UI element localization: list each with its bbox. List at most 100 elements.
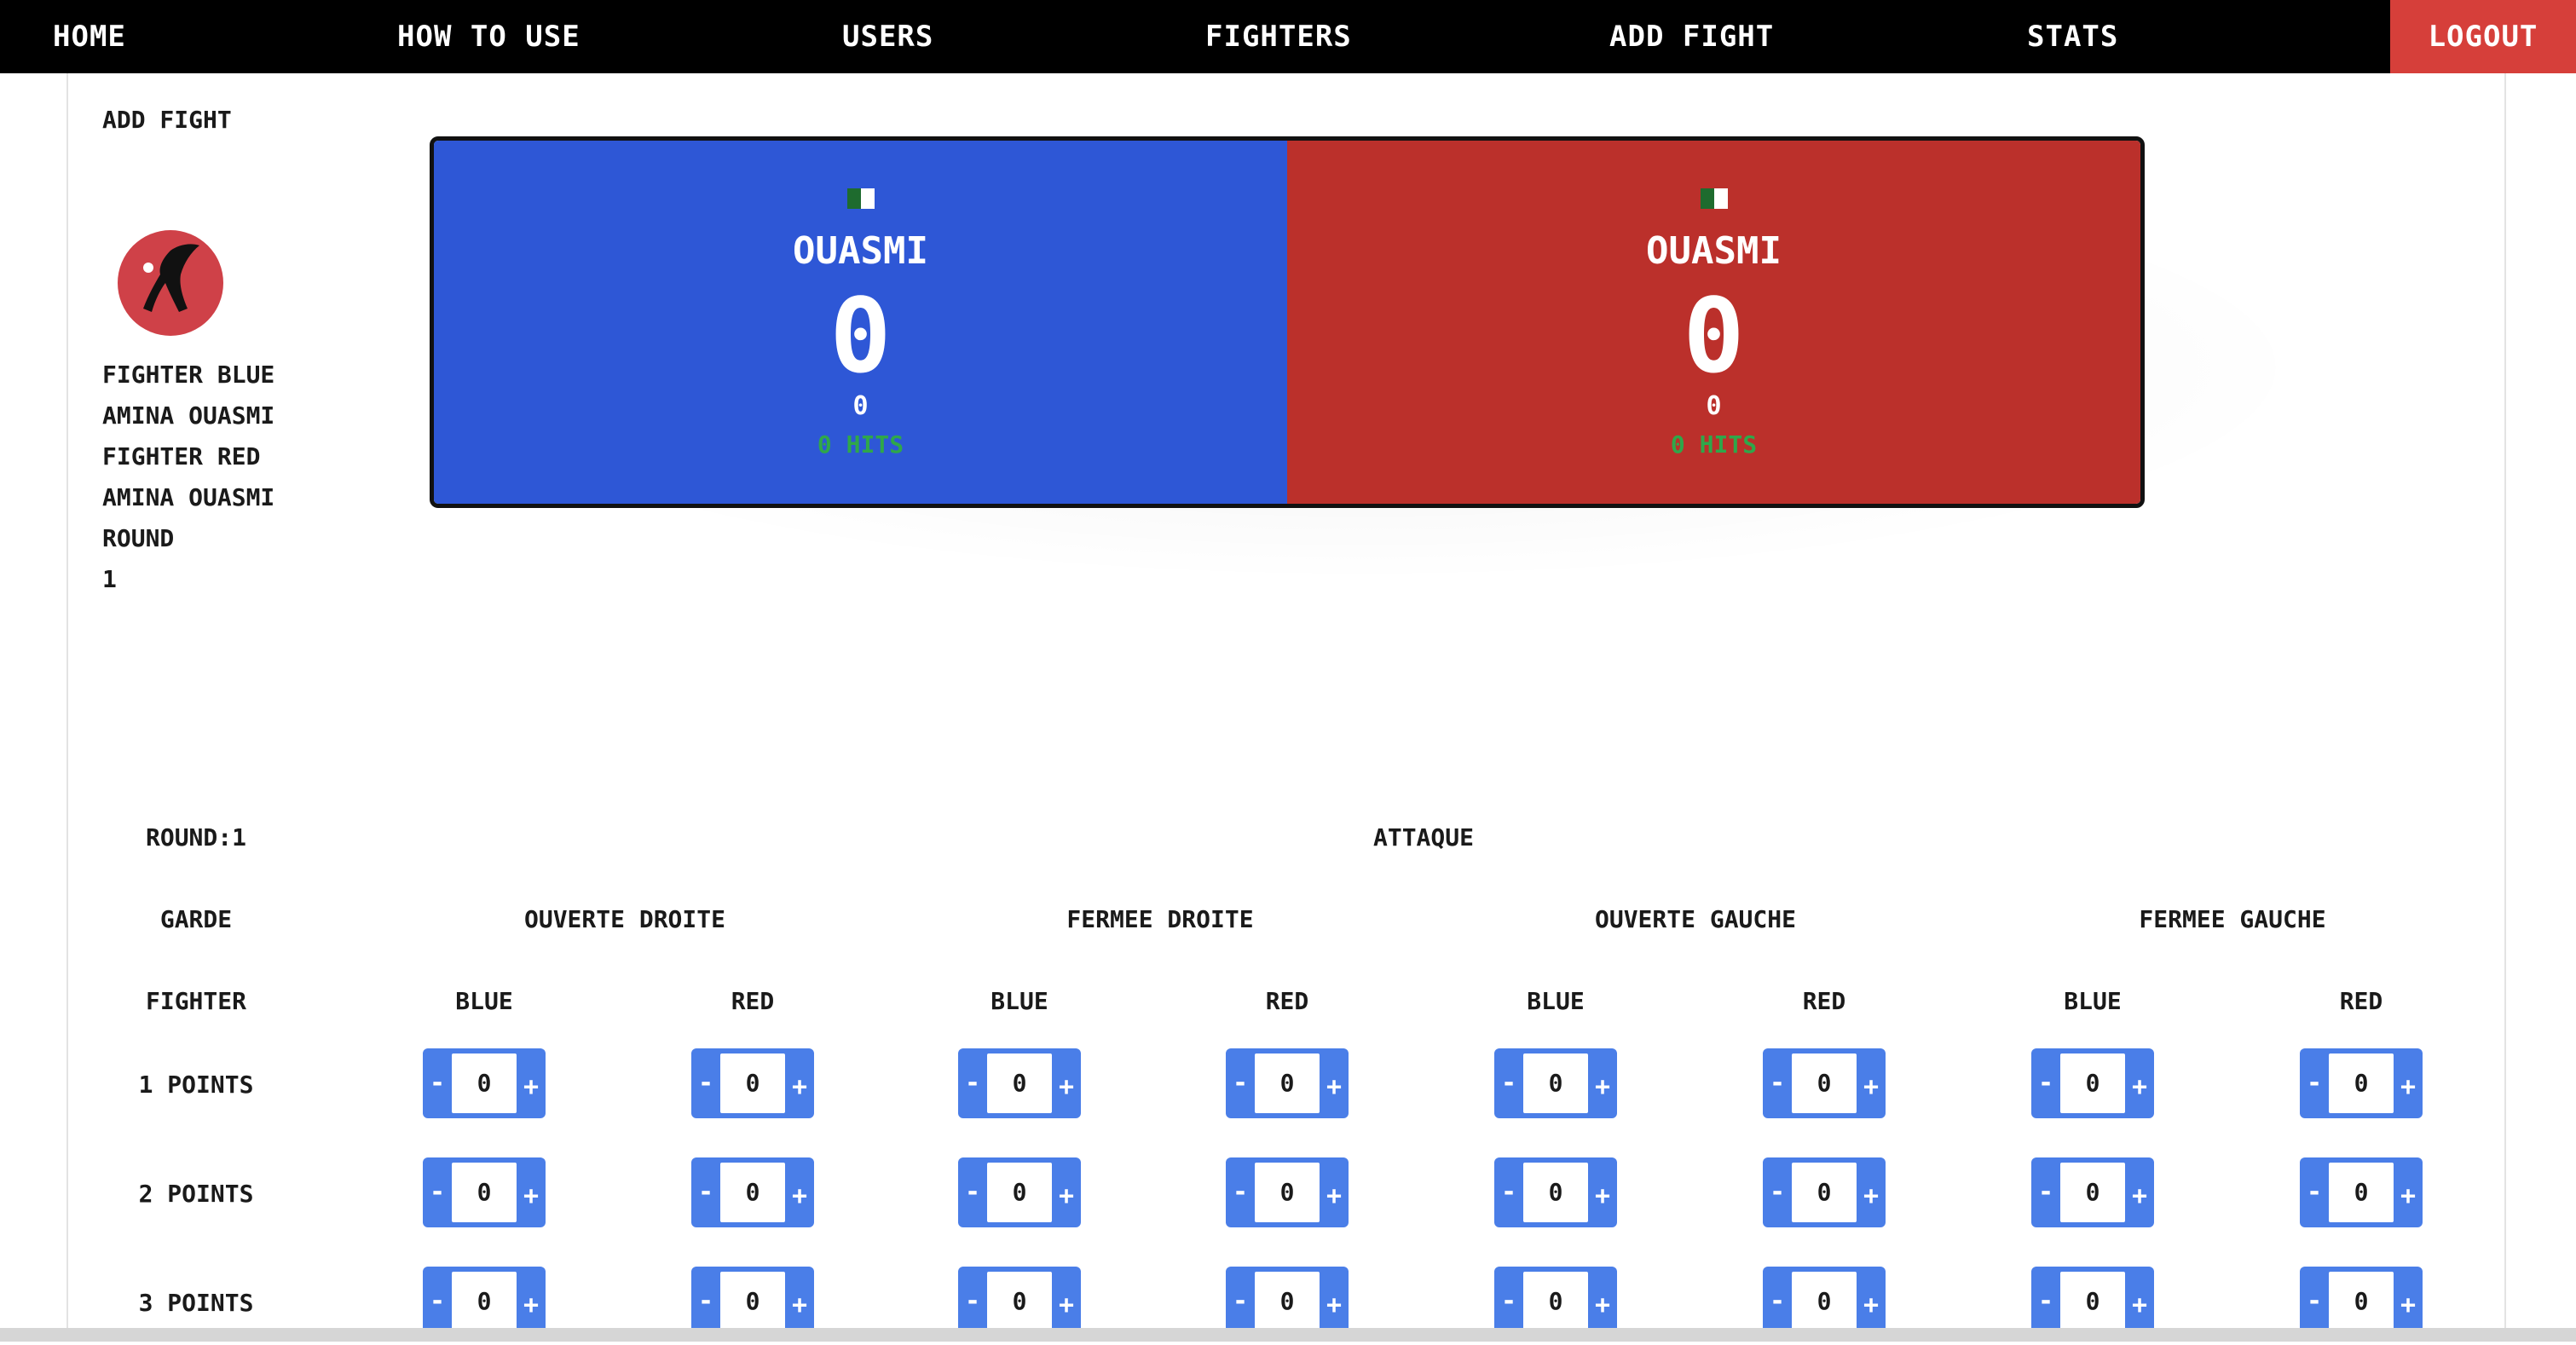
increment-button[interactable]: + [1052, 1048, 1081, 1118]
decrement-button[interactable]: - [2300, 1157, 2329, 1227]
increment-button[interactable]: + [1857, 1157, 1886, 1227]
nav-stats[interactable]: STATS [2027, 0, 2118, 73]
blue-panel: OUASMI 0 0 0 HITS [434, 141, 1287, 504]
points-value-input[interactable]: 0 [1255, 1053, 1320, 1113]
points-stepper: -0 + [1226, 1048, 1349, 1118]
decrement-button[interactable]: - [1226, 1157, 1255, 1227]
red-sub-score: 0 [1706, 391, 1722, 421]
points-value-input[interactable]: 0 [1792, 1163, 1857, 1222]
points-stepper: -0 + [2031, 1157, 2154, 1227]
points-value-input[interactable]: 0 [2329, 1272, 2394, 1331]
increment-button[interactable]: + [785, 1048, 814, 1118]
nav-how-to-use[interactable]: HOW TO USE [397, 0, 580, 73]
points-value-input[interactable]: 0 [452, 1272, 517, 1331]
blue-score: 0 [829, 278, 892, 396]
increment-button[interactable]: + [1588, 1267, 1617, 1336]
increment-button[interactable]: + [2125, 1157, 2154, 1227]
increment-button[interactable]: + [1857, 1267, 1886, 1336]
points-value-input[interactable]: 0 [1523, 1163, 1588, 1222]
points-value-input[interactable]: 0 [1255, 1272, 1320, 1331]
increment-button[interactable]: + [1588, 1048, 1617, 1118]
points-value-input[interactable]: 0 [2060, 1272, 2125, 1331]
points-value-input[interactable]: 0 [987, 1053, 1052, 1113]
red-score: 0 [1683, 278, 1745, 396]
decrement-button[interactable]: - [691, 1048, 720, 1118]
points-stepper: -0 + [423, 1157, 546, 1227]
points-value-input[interactable]: 0 [1523, 1272, 1588, 1331]
points-stepper: -0 + [2031, 1048, 2154, 1118]
decrement-button[interactable]: - [1494, 1157, 1523, 1227]
increment-button[interactable]: + [517, 1157, 546, 1227]
nav-users[interactable]: USERS [842, 0, 933, 73]
points-stepper: -0 + [1763, 1267, 1886, 1336]
red-fighter-name: OUASMI [1646, 229, 1782, 273]
points-value-input[interactable]: 0 [720, 1163, 785, 1222]
points-value-input[interactable]: 0 [720, 1053, 785, 1113]
blue-fighter-name: OUASMI [793, 229, 928, 273]
points-value-input[interactable]: 0 [1523, 1053, 1588, 1113]
decrement-button[interactable]: - [958, 1267, 987, 1336]
decrement-button[interactable]: - [691, 1267, 720, 1336]
increment-button[interactable]: + [1320, 1048, 1349, 1118]
decrement-button[interactable]: - [1763, 1048, 1792, 1118]
points-value-input[interactable]: 0 [2329, 1163, 2394, 1222]
points-value-input[interactable]: 0 [452, 1053, 517, 1113]
increment-button[interactable]: + [1320, 1267, 1349, 1336]
points-stepper: -0 + [1763, 1048, 1886, 1118]
decrement-button[interactable]: - [1494, 1048, 1523, 1118]
decrement-button[interactable]: - [691, 1157, 720, 1227]
increment-button[interactable]: + [1857, 1048, 1886, 1118]
decrement-button[interactable]: - [958, 1157, 987, 1227]
points-value-input[interactable]: 0 [2060, 1053, 2125, 1113]
decrement-button[interactable]: - [423, 1267, 452, 1336]
increment-button[interactable]: + [1588, 1157, 1617, 1227]
points-value-input[interactable]: 0 [2329, 1053, 2394, 1113]
increment-button[interactable]: + [1052, 1267, 1081, 1336]
increment-button[interactable]: + [2394, 1048, 2423, 1118]
table-round-label: ROUND:1 [145, 823, 246, 851]
nav-home[interactable]: HOME [53, 0, 126, 73]
increment-button[interactable]: + [2125, 1267, 2154, 1336]
points-value-input[interactable]: 0 [2060, 1163, 2125, 1222]
decrement-button[interactable]: - [423, 1048, 452, 1118]
red-hits: 0 HITS [1670, 430, 1758, 459]
logout-button[interactable]: LOGOUT [2390, 0, 2576, 73]
fighter-red-label: FIGHTER RED [102, 442, 261, 470]
points-value-input[interactable]: 0 [720, 1272, 785, 1331]
increment-button[interactable]: + [785, 1157, 814, 1227]
decrement-button[interactable]: - [1226, 1048, 1255, 1118]
algeria-flag-icon [846, 188, 875, 209]
nav-add-fight[interactable]: ADD FIGHT [1609, 0, 1774, 73]
points-value-input[interactable]: 0 [1255, 1163, 1320, 1222]
decrement-button[interactable]: - [2300, 1267, 2329, 1336]
increment-button[interactable]: + [517, 1048, 546, 1118]
points-row-label: 3 POINTS [138, 1289, 254, 1317]
decrement-button[interactable]: - [1494, 1267, 1523, 1336]
points-value-input[interactable]: 0 [1792, 1272, 1857, 1331]
increment-button[interactable]: + [1320, 1157, 1349, 1227]
decrement-button[interactable]: - [958, 1048, 987, 1118]
increment-button[interactable]: + [1052, 1157, 1081, 1227]
decrement-button[interactable]: - [2031, 1157, 2060, 1227]
nav-fighters[interactable]: FIGHTERS [1205, 0, 1352, 73]
points-value-input[interactable]: 0 [987, 1163, 1052, 1222]
decrement-button[interactable]: - [1763, 1157, 1792, 1227]
increment-button[interactable]: + [2125, 1048, 2154, 1118]
increment-button[interactable]: + [2394, 1267, 2423, 1336]
points-value-input[interactable]: 0 [1792, 1053, 1857, 1113]
decrement-button[interactable]: - [423, 1157, 452, 1227]
decrement-button[interactable]: - [2031, 1048, 2060, 1118]
points-value-input[interactable]: 0 [987, 1272, 1052, 1331]
increment-button[interactable]: + [2394, 1157, 2423, 1227]
increment-button[interactable]: + [785, 1267, 814, 1336]
decrement-button[interactable]: - [1226, 1267, 1255, 1336]
points-stepper: -0 + [2031, 1267, 2154, 1336]
points-value-input[interactable]: 0 [452, 1163, 517, 1222]
decrement-button[interactable]: - [2300, 1048, 2329, 1118]
decrement-button[interactable]: - [2031, 1267, 2060, 1336]
decrement-button[interactable]: - [1763, 1267, 1792, 1336]
round-value: 1 [102, 565, 117, 593]
increment-button[interactable]: + [517, 1267, 546, 1336]
fighter-column-header: BLUE [2064, 987, 2122, 1015]
garde-label: GARDE [159, 905, 233, 933]
